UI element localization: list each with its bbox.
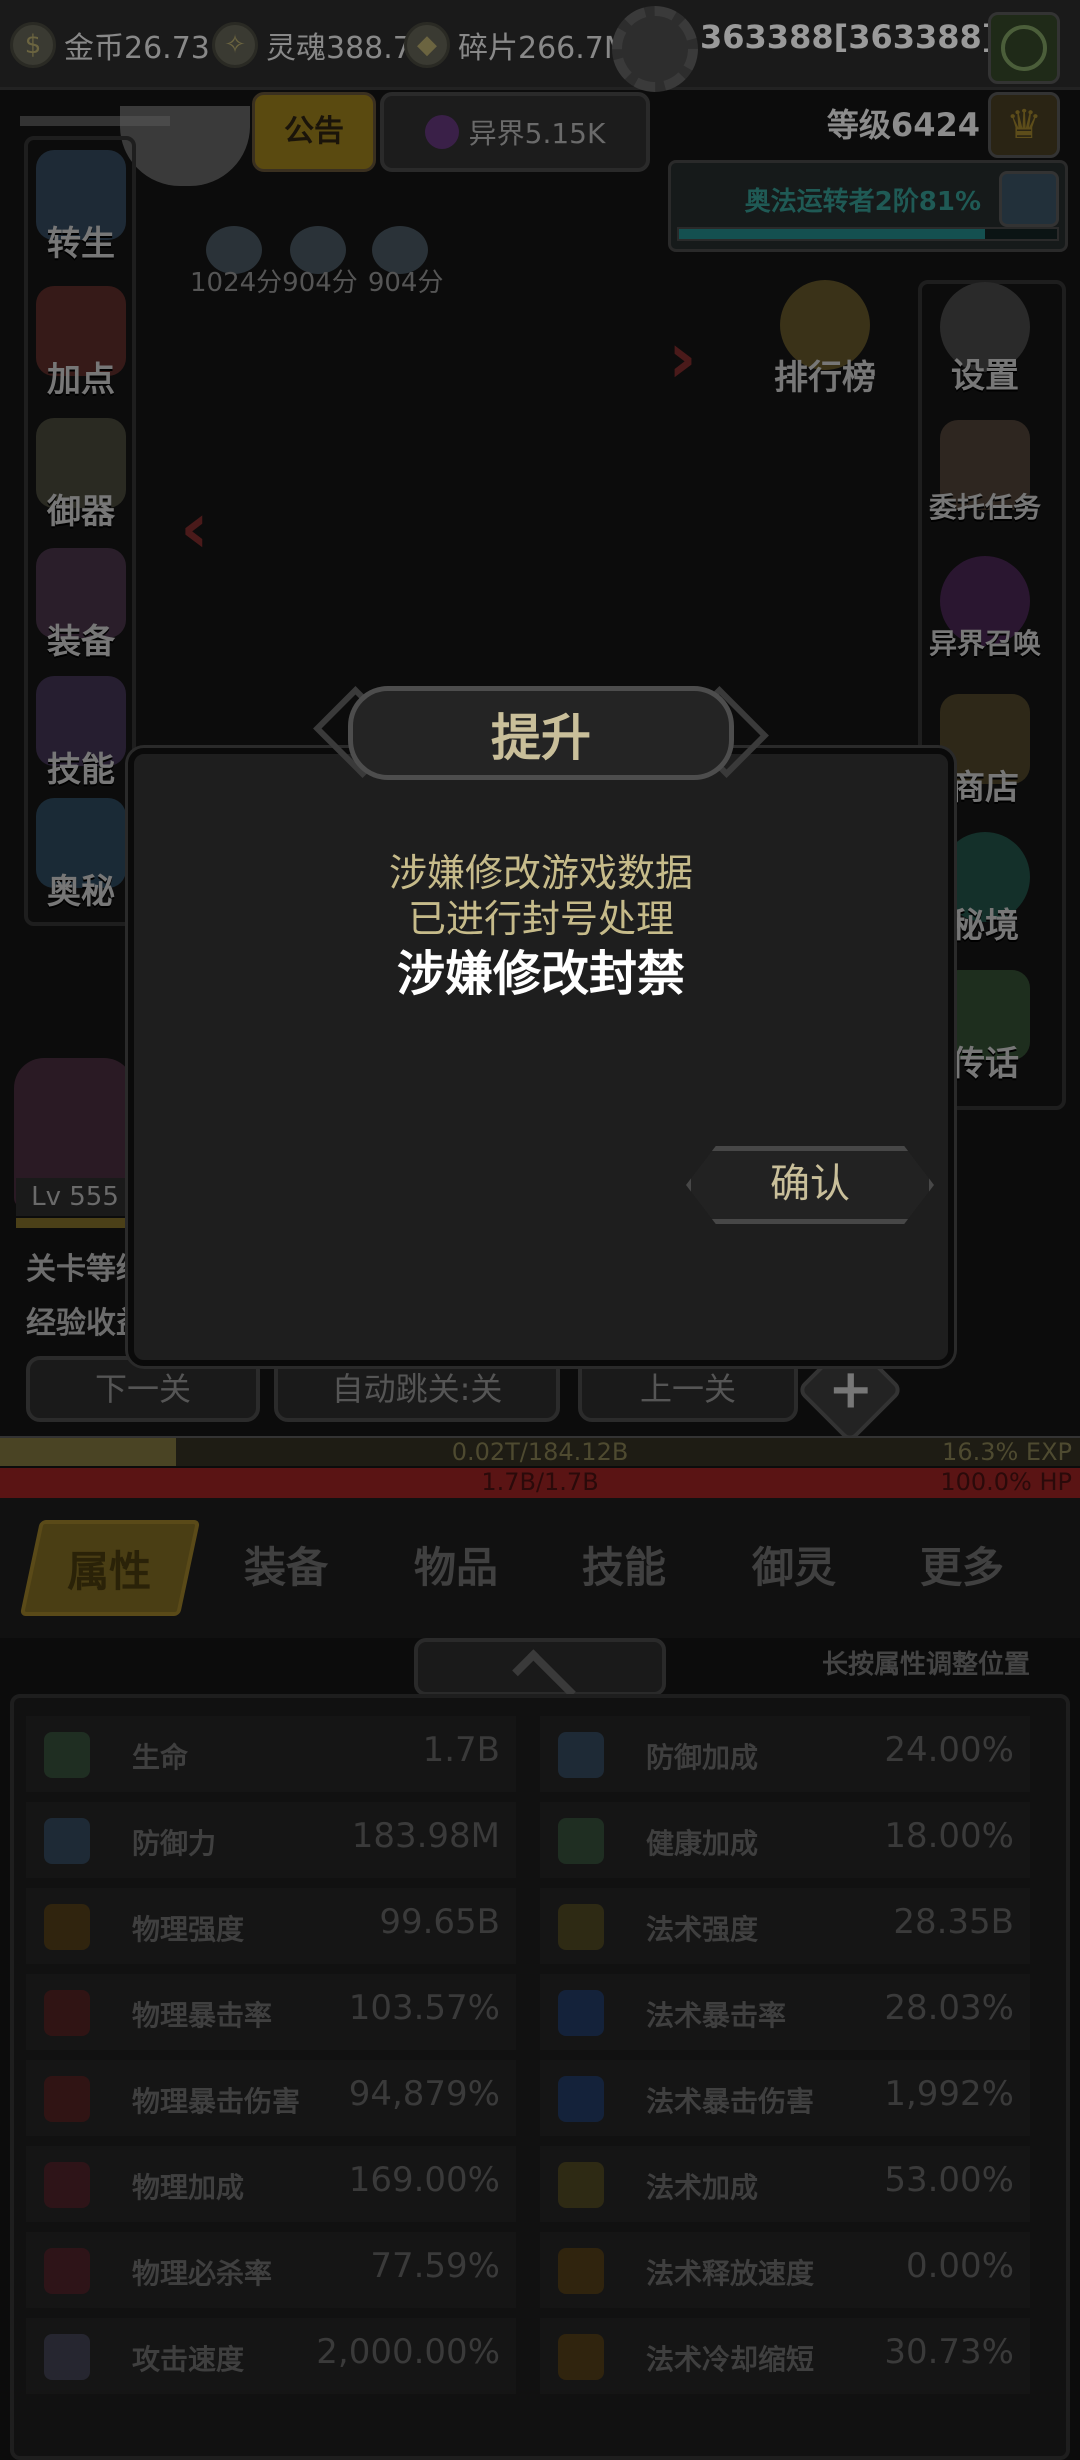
stat-row[interactable]: 物理强度 99.65B bbox=[26, 1888, 516, 1964]
stat-row[interactable]: 健康加成 18.00% bbox=[540, 1802, 1030, 1878]
broken-sword-icon bbox=[44, 2248, 90, 2294]
menu-skills[interactable]: 技能 bbox=[16, 676, 146, 791]
dialog-title: 提升 bbox=[491, 709, 591, 767]
stat-row[interactable]: 攻击速度 2,000.00% bbox=[26, 2318, 516, 2394]
chevron-left-icon[interactable]: ‹ bbox=[180, 488, 220, 568]
stat-row[interactable]: 法术加成 53.00% bbox=[540, 2146, 1030, 2222]
lightning-icon bbox=[558, 2162, 604, 2208]
chevron-right-icon[interactable]: › bbox=[668, 318, 708, 398]
stat-row[interactable]: 物理暴击伤害 94,879% bbox=[26, 2060, 516, 2136]
confirm-button[interactable]: 确认 bbox=[686, 1146, 934, 1224]
ban-notice-dialog: 涉嫌修改游戏数据 已进行封号处理 涉嫌修改封禁 bbox=[128, 748, 954, 1366]
arcane-progress-panel[interactable]: 奥法运转者2阶81% bbox=[668, 160, 1068, 252]
health-cross-icon bbox=[558, 1818, 604, 1864]
gold-coin-icon: $ bbox=[10, 22, 56, 68]
tab-more[interactable]: 更多 bbox=[882, 1520, 1042, 1616]
slash-icon bbox=[44, 2076, 90, 2122]
stat-row[interactable]: 法术暴击伤害 1,992% bbox=[540, 2060, 1030, 2136]
broken-sword-icon bbox=[44, 2162, 90, 2208]
stat-row[interactable]: 物理暴击率 103.57% bbox=[26, 1974, 516, 2050]
tab-spirits[interactable]: 御灵 bbox=[714, 1520, 874, 1616]
shield-icon bbox=[558, 1732, 604, 1778]
amber-gem-icon bbox=[558, 2248, 604, 2294]
gear-icon[interactable] bbox=[612, 6, 698, 92]
otherworld-button[interactable]: 异界5.15K bbox=[380, 92, 650, 172]
lightning-icon bbox=[558, 1904, 604, 1950]
compass-button[interactable] bbox=[988, 12, 1060, 84]
dialog-ban-reason: 涉嫌修改封禁 bbox=[396, 946, 685, 1002]
menu-quests[interactable]: 委托任务 bbox=[920, 420, 1050, 526]
claw-icon bbox=[44, 1904, 90, 1950]
hp-percent: 100.0% HP bbox=[940, 1468, 1072, 1496]
boss-level-bar bbox=[16, 1218, 134, 1228]
refresh-arrow-icon bbox=[558, 2334, 604, 2380]
tab-equipment[interactable]: 装备 bbox=[206, 1520, 366, 1616]
slash-icon bbox=[44, 1990, 90, 2036]
arcane-progress-bar bbox=[677, 227, 1059, 241]
vortex-icon bbox=[424, 115, 459, 149]
crown-icon[interactable]: ♛ bbox=[988, 92, 1060, 158]
mini-scores: 1024分 904分 904分 bbox=[190, 268, 444, 298]
exp-value: 0.02T/184.12B bbox=[451, 1438, 629, 1466]
gold-counter: $ 金币26.73 bbox=[10, 20, 210, 70]
main-tabs: 属性 装备 物品 技能 御灵 更多 bbox=[0, 1498, 1080, 1638]
shard-counter: ◆ 碎片266.7M bbox=[404, 20, 630, 70]
stat-row[interactable]: 防御力 183.98M bbox=[26, 1802, 516, 1878]
health-cross-icon bbox=[44, 1732, 90, 1778]
menu-rebirth[interactable]: 转生 bbox=[16, 150, 146, 265]
expand-panel-button[interactable] bbox=[414, 1638, 666, 1713]
stat-row[interactable]: 法术冷却缩短 30.73% bbox=[540, 2318, 1030, 2394]
menu-settings[interactable]: 设置 bbox=[920, 282, 1050, 397]
menu-weapon[interactable]: 御器 bbox=[16, 418, 146, 533]
shield-icon bbox=[44, 1818, 90, 1864]
exp-percent: 16.3% EXP bbox=[942, 1438, 1072, 1466]
arcane-label: 奥法运转者2阶81% bbox=[744, 187, 981, 217]
tab-skills[interactable]: 技能 bbox=[544, 1520, 704, 1616]
ranking-button[interactable]: 排行榜 bbox=[760, 280, 890, 399]
stat-row[interactable]: 物理必杀率 77.59% bbox=[26, 2232, 516, 2308]
spiral-icon bbox=[999, 171, 1059, 227]
boss-level: Lv 555 bbox=[16, 1178, 134, 1216]
menu-add-points[interactable]: 加点 bbox=[16, 286, 146, 401]
stat-row[interactable]: 法术释放速度 0.00% bbox=[540, 2232, 1030, 2308]
blue-flame-icon bbox=[558, 2076, 604, 2122]
compass-icon bbox=[1001, 25, 1047, 71]
stat-row[interactable]: 法术强度 28.35B bbox=[540, 1888, 1030, 1964]
exp-bar: 0.02T/184.12B 16.3% EXP bbox=[0, 1436, 1080, 1466]
soul-counter: ✧ 灵魂388.7 bbox=[212, 20, 412, 70]
blue-flame-icon bbox=[558, 1990, 604, 2036]
crossed-swords-icon bbox=[44, 2334, 90, 2380]
hp-bar: 1.7B/1.7B 100.0% HP bbox=[0, 1468, 1080, 1498]
player-level: 等级6424 bbox=[826, 106, 980, 144]
player-id: 363388[363388] bbox=[700, 18, 997, 56]
menu-summon[interactable]: 异界召唤 bbox=[920, 556, 1050, 662]
dialog-title-banner: 提升 bbox=[313, 672, 769, 794]
menu-equipment[interactable]: 装备 bbox=[16, 548, 146, 663]
stat-row[interactable]: 生命 1.7B bbox=[26, 1716, 516, 1792]
stat-row[interactable]: 物理加成 169.00% bbox=[26, 2146, 516, 2222]
shard-icon: ◆ bbox=[404, 22, 450, 68]
announcement-button[interactable]: 公告 bbox=[252, 92, 376, 172]
stat-row[interactable]: 法术暴击率 28.03% bbox=[540, 1974, 1030, 2050]
arcane-progress-fill bbox=[679, 229, 986, 239]
menu-mystic[interactable]: 奥秘 bbox=[16, 798, 146, 913]
hp-value: 1.7B/1.7B bbox=[481, 1468, 599, 1496]
stat-row[interactable]: 防御加成 24.00% bbox=[540, 1716, 1030, 1792]
tab-attributes[interactable]: 属性 bbox=[19, 1520, 201, 1616]
tab-items[interactable]: 物品 bbox=[376, 1520, 536, 1616]
soul-icon: ✧ bbox=[212, 22, 258, 68]
reorder-hint: 长按属性调整位置 bbox=[821, 1650, 1030, 1680]
